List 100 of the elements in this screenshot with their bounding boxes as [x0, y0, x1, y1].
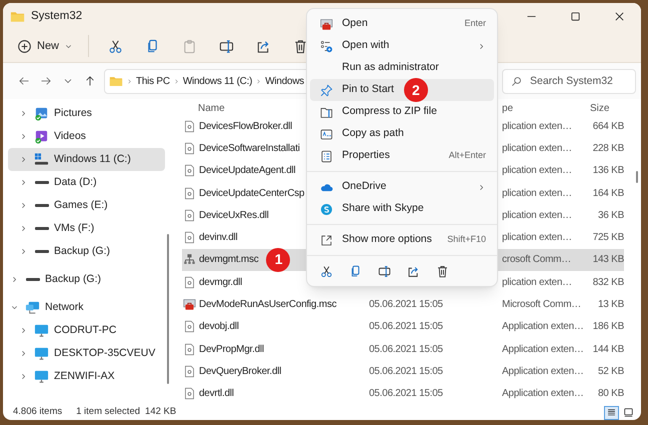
- date-modified: 05.06.2021 15:05: [369, 320, 443, 334]
- file-size: 143 KB: [592, 253, 624, 268]
- date-modified: 05.06.2021 15:05: [369, 342, 443, 357]
- file-type: Application exten…: [502, 320, 584, 334]
- file-size: 80 KB: [598, 387, 624, 402]
- menu-item[interactable]: Show more options Shift+F10: [310, 229, 494, 251]
- rename-icon: [378, 265, 390, 278]
- trash-icon: [292, 38, 308, 54]
- details-view-button[interactable]: [604, 406, 619, 420]
- chevron-right-icon: [172, 78, 180, 84]
- nav-item[interactable]: Games (E:): [8, 194, 165, 217]
- close-icon: [612, 10, 626, 23]
- file-size: 664 KB: [592, 120, 624, 134]
- device-tree-icon: [183, 253, 196, 266]
- nav-item[interactable]: Pictures: [8, 102, 165, 125]
- nav-item[interactable]: Network: [8, 296, 165, 319]
- breadcrumb-item[interactable]: Windows: [265, 74, 304, 88]
- file-icon: [183, 364, 196, 378]
- list-icon: [606, 407, 617, 418]
- nav-item[interactable]: Windows 11 (C:): [8, 148, 165, 171]
- shortcut-text: Shift+F10: [447, 233, 486, 246]
- file-type: Microsoft Comm…: [502, 298, 582, 312]
- search-icon: [511, 76, 522, 86]
- item-count: 4.806 items: [13, 405, 62, 420]
- menu-item[interactable]: Open with: [310, 35, 494, 57]
- nav-item[interactable]: Backup (G:): [8, 268, 165, 291]
- column-header[interactable]: Size: [588, 100, 624, 116]
- chevron-right-icon: [255, 78, 262, 84]
- maximize-icon: [568, 10, 582, 23]
- menu-item[interactable]: OneDrive: [310, 176, 494, 198]
- plus-icon: [17, 38, 32, 54]
- window-title: System32: [31, 8, 82, 24]
- drive-icon: [34, 152, 49, 167]
- nav-item[interactable]: Videos: [8, 125, 165, 148]
- chevron-right-icon: [126, 78, 133, 84]
- nav-item[interactable]: Backup (G:): [8, 240, 165, 263]
- file-size: 52 KB: [598, 364, 624, 379]
- nav-item[interactable]: ZENWIFI-AX: [8, 365, 165, 388]
- cut-icon: [108, 38, 123, 54]
- path-icon: [320, 128, 333, 140]
- breadcrumb-item[interactable]: This PC: [136, 74, 170, 88]
- share-icon: [256, 38, 271, 54]
- file-type: Application exten…: [502, 387, 584, 402]
- file-type: plication exten…: [502, 142, 572, 156]
- file-size: 136 KB: [592, 164, 624, 178]
- file-type: plication exten…: [502, 208, 572, 223]
- nav-item[interactable]: DESKTOP-35CVEUV: [8, 342, 165, 365]
- file-size: 36 KB: [598, 208, 624, 223]
- file-type: plication exten…: [502, 120, 572, 134]
- nav-item[interactable]: CODRUT-PC: [8, 319, 165, 342]
- shortcut-text: Enter: [464, 17, 486, 30]
- selection-count: 1 item selected: [76, 405, 140, 420]
- monitor-icon: [34, 369, 49, 384]
- rename-icon: [218, 38, 234, 54]
- file-size: 186 KB: [592, 320, 624, 334]
- network-icon: [25, 300, 40, 315]
- nav-item[interactable]: Data (D:): [8, 171, 165, 194]
- file-name: DevQueryBroker.dll: [199, 364, 282, 379]
- file-icon: [183, 387, 196, 400]
- file-name: DeviceSoftwareInstallati: [199, 142, 300, 156]
- drive-icon: [34, 181, 48, 184]
- folder-icon: [109, 74, 123, 88]
- external-window-icon: [320, 234, 333, 246]
- drive-icon: [26, 278, 40, 281]
- column-header[interactable]: pe: [502, 100, 588, 116]
- file-name: DeviceUxRes.dll: [199, 208, 269, 223]
- tiles-icon: [623, 407, 634, 418]
- drive-icon: [34, 227, 48, 230]
- videos-icon: [34, 129, 49, 144]
- new-button[interactable]: New: [11, 33, 80, 59]
- file-name: devobj.dll: [199, 320, 239, 334]
- file-icon: [183, 231, 196, 244]
- zipped-folder-icon: [320, 106, 333, 118]
- file-size: 725 KB: [592, 231, 624, 246]
- file-icon: [183, 164, 196, 178]
- search-field[interactable]: Search System32: [502, 68, 636, 94]
- menu-item[interactable]: Pin to Start 2: [310, 79, 494, 101]
- menu-item[interactable]: Copy as path: [310, 123, 494, 145]
- file-name: DeviceUpdateAgent.dll: [199, 164, 296, 178]
- file-icon: [183, 208, 196, 222]
- pin-icon: [320, 84, 333, 96]
- file-name: devmgmt.msc: [199, 252, 258, 268]
- file-type: plication exten…: [502, 231, 572, 246]
- column-header[interactable]: Name: [198, 100, 225, 116]
- menu-item[interactable]: Share with Skype: [310, 198, 494, 220]
- file-name: devmgr.dll: [199, 276, 242, 290]
- menu-item[interactable]: Compress to ZIP file: [310, 101, 494, 123]
- menu-item[interactable]: Open Enter: [310, 13, 494, 35]
- file-name: DevicesFlowBroker.dll: [199, 120, 292, 134]
- file-name: devrtl.dll: [199, 387, 234, 402]
- file-size: 164 KB: [592, 186, 624, 201]
- file-size: 228 KB: [592, 142, 624, 156]
- menu-item[interactable]: Properties Alt+Enter: [310, 145, 494, 167]
- file-size: 832 KB: [592, 276, 624, 290]
- properties-icon: [320, 150, 333, 162]
- file-icon: [183, 120, 196, 133]
- toolbox-icon: [183, 298, 196, 312]
- nav-item[interactable]: VMs (F:): [8, 217, 165, 240]
- breadcrumb-item[interactable]: Windows 11 (C:): [182, 74, 252, 88]
- monitor-icon: [34, 346, 49, 361]
